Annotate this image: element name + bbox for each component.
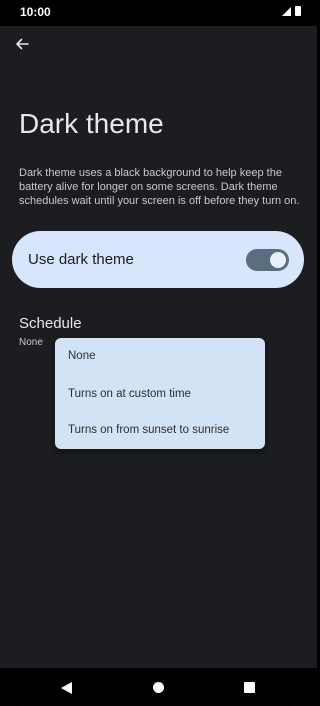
dark-theme-switch[interactable]: [246, 249, 289, 271]
dropdown-option-custom-time[interactable]: Turns on at custom time: [68, 388, 191, 400]
navigation-bar: [0, 668, 317, 706]
schedule-title[interactable]: Schedule: [19, 315, 82, 332]
use-dark-theme-card[interactable]: Use dark theme: [12, 231, 304, 288]
status-bar: 10:00: [0, 0, 317, 26]
dropdown-option-none[interactable]: None: [68, 350, 96, 362]
page-title: Dark theme: [19, 108, 164, 139]
home-circle-icon[interactable]: [153, 682, 164, 693]
recents-square-icon[interactable]: [244, 682, 255, 693]
schedule-value: None: [19, 337, 43, 348]
camera-notch: [114, 0, 203, 24]
system-icons: [282, 6, 301, 16]
back-triangle-icon[interactable]: [61, 682, 72, 694]
settings-screen: 10:00 Dark theme Dark theme uses a black…: [0, 0, 317, 706]
signal-icon: [282, 6, 291, 16]
arrow-left-icon: [16, 38, 29, 50]
use-dark-theme-label: Use dark theme: [28, 251, 134, 268]
dropdown-option-sunset-sunrise[interactable]: Turns on from sunset to sunrise: [68, 424, 229, 436]
schedule-dropdown-menu: None Turns on at custom time Turns on fr…: [55, 338, 265, 449]
status-time: 10:00: [20, 5, 51, 19]
page-description: Dark theme uses a black background to he…: [19, 167, 300, 207]
battery-icon: [295, 6, 301, 16]
back-button[interactable]: [10, 32, 34, 56]
switch-knob: [270, 252, 286, 268]
